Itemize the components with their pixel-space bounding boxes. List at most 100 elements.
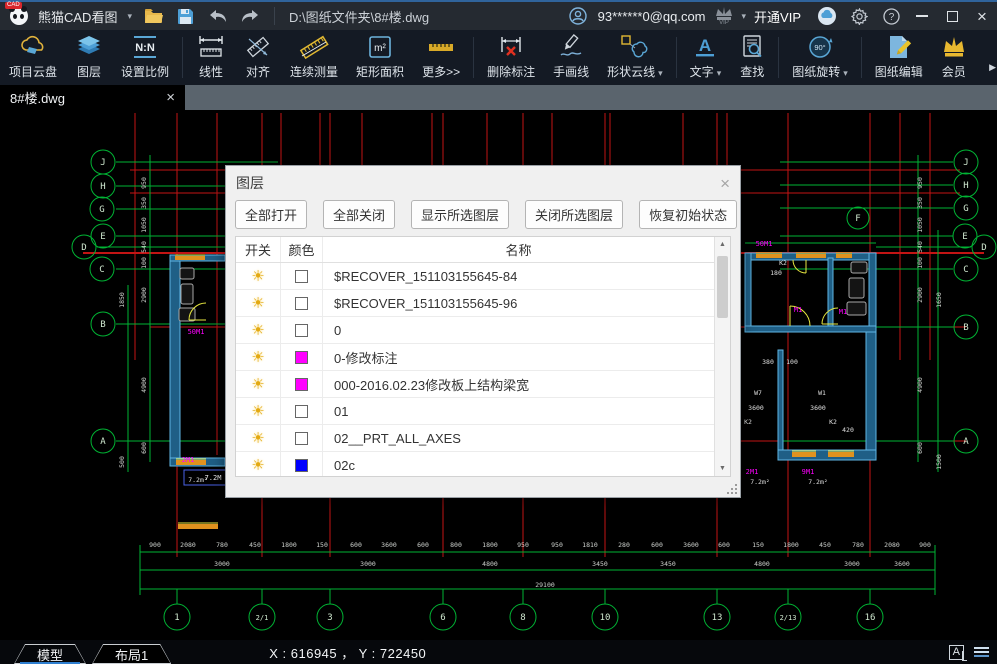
svg-text:100: 100 [916, 257, 924, 269]
minimize-button[interactable] [907, 2, 937, 30]
scrollbar-thumb[interactable] [717, 256, 728, 318]
list-icon[interactable] [974, 647, 989, 657]
layer-visibility-bulb-icon[interactable]: ☀ [251, 458, 264, 473]
account-email[interactable]: 93******0@qq.com [598, 9, 706, 24]
layer-visibility-bulb-icon[interactable]: ☀ [251, 377, 264, 392]
settings-gear-icon[interactable] [846, 5, 872, 27]
toolbar-item-align[interactable]: 对齐 [235, 30, 281, 85]
undo-icon[interactable] [205, 5, 231, 27]
dropdown-chevron-icon[interactable]: ▾ [658, 68, 663, 78]
dropdown-chevron-icon[interactable]: ▾ [717, 68, 722, 78]
upgrade-vip-button[interactable]: 开通VIP [754, 7, 801, 26]
layer-table-scrollbar[interactable]: ▲ ▼ [714, 237, 730, 476]
layer-row[interactable]: ☀0-修改标注 [236, 344, 714, 371]
svg-text:280: 280 [618, 541, 630, 549]
svg-text:4800: 4800 [482, 560, 498, 568]
toolbar-item-revision-cloud[interactable]: 形状云线▾ [598, 30, 672, 85]
svg-text:B: B [100, 320, 105, 330]
toolbar-overflow-icon[interactable]: ▶ [989, 62, 996, 73]
toolbar-item-continuous-measure[interactable]: 连续测量 [281, 30, 347, 85]
layer-visibility-bulb-icon[interactable]: ☀ [251, 350, 264, 365]
layer-row[interactable]: ☀01 [236, 398, 714, 425]
dialog-resize-grip[interactable] [727, 484, 737, 494]
layer-dialog-close-icon[interactable]: × [720, 175, 730, 192]
layer-name: $RECOVER_151103155645-96 [323, 296, 714, 311]
redo-icon[interactable] [237, 5, 263, 27]
vip-crown-icon[interactable]: VIP [712, 5, 736, 28]
toolbar-item-cloud-disk[interactable]: 项目云盘 [0, 30, 66, 85]
layer-color-swatch[interactable] [295, 432, 308, 445]
svg-text:100: 100 [140, 257, 148, 269]
toolbar-item-linear[interactable]: 线性 [187, 30, 235, 85]
layer-row[interactable]: ☀02c [236, 452, 714, 476]
layer-dialog-button-2[interactable]: 显示所选图层 [411, 200, 509, 229]
layer-row[interactable]: ☀02__PRT_ALL_AXES [236, 425, 714, 452]
dropdown-chevron-icon[interactable]: ▾ [843, 68, 848, 78]
toolbar-item-find[interactable]: 查找 [730, 30, 774, 85]
tab-close-icon[interactable]: × [166, 89, 175, 106]
scroll-down-icon[interactable]: ▼ [715, 461, 730, 476]
layer-color-swatch[interactable] [295, 459, 308, 472]
svg-text:3600: 3600 [683, 541, 699, 549]
layer-row[interactable]: ☀000-2016.02.23修改板上结构梁宽 [236, 371, 714, 398]
layer-visibility-bulb-icon[interactable]: ☀ [251, 431, 264, 446]
drawing-tab[interactable]: 8#楼.dwg × [0, 85, 185, 110]
space-tab-model[interactable]: 模型 [14, 644, 86, 664]
space-tab-layout[interactable]: 布局1 [92, 644, 171, 664]
svg-text:6: 6 [440, 613, 445, 623]
layer-dialog-button-3[interactable]: 关闭所选图层 [525, 200, 623, 229]
layer-color-swatch[interactable] [295, 378, 308, 391]
toolbar-item-label: 连续测量 [290, 63, 338, 80]
layer-row[interactable]: ☀0 [236, 317, 714, 344]
toolbar-item-rect-area[interactable]: m²矩形面积 [347, 30, 413, 85]
svg-text:D: D [81, 243, 86, 253]
svg-text:H: H [963, 181, 968, 191]
app-menu-chevron-icon[interactable]: ▾ [127, 11, 132, 22]
toolbar-item-freehand-line[interactable]: 手画线 [544, 30, 598, 85]
layer-color-swatch[interactable] [295, 297, 308, 310]
layer-visibility-bulb-icon[interactable]: ☀ [251, 269, 264, 284]
toolbar-item-more[interactable]: 更多>> [413, 30, 469, 85]
aligned-dim-icon [244, 33, 272, 61]
tabbar: 8#楼.dwg × [0, 85, 997, 110]
toolbar-item-member[interactable]: 会员 [932, 30, 976, 85]
vip-chevron-icon[interactable]: ▾ [742, 11, 747, 22]
toolbar-item-edit-drawing[interactable]: 图纸编辑 [866, 30, 932, 85]
scroll-up-icon[interactable]: ▲ [715, 237, 730, 252]
layer-row[interactable]: ☀ $RECOVER_151103155645-96 [236, 290, 714, 317]
svg-text:K2: K2 [744, 418, 752, 426]
toolbar-item-set-scale[interactable]: N:N设置比例 [112, 30, 178, 85]
layer-color-swatch[interactable] [295, 324, 308, 337]
svg-text:600: 600 [417, 541, 429, 549]
layer-dialog-button-0[interactable]: 全部打开 [235, 200, 307, 229]
layer-row[interactable]: ☀$RECOVER_151103155645-84 [236, 263, 714, 290]
layer-visibility-bulb-icon[interactable]: ☀ [251, 296, 264, 311]
titlebar-separator [274, 7, 275, 25]
layer-dialog-button-4[interactable]: 恢复初始状态 [639, 200, 737, 229]
help-icon[interactable]: ? [878, 5, 904, 27]
layer-visibility-bulb-icon[interactable]: ☀ [251, 404, 264, 419]
account-icon [565, 5, 591, 27]
open-file-button[interactable] [141, 5, 167, 27]
layer-dialog-buttons: 全部打开全部关闭显示所选图层关闭所选图层恢复初始状态 [226, 197, 740, 237]
toolbar-item-label: 图纸旋转▾ [792, 63, 848, 80]
toolbar-item-label: 对齐 [246, 63, 270, 80]
close-button[interactable]: × [967, 2, 997, 30]
svg-text:540: 540 [916, 241, 924, 253]
delete-dim-icon [497, 33, 525, 61]
save-button[interactable] [173, 5, 199, 27]
toolbar-item-label: 线性 [199, 63, 223, 80]
layer-color-swatch[interactable] [295, 405, 308, 418]
layer-dialog-button-1[interactable]: 全部关闭 [323, 200, 395, 229]
avatar-icon[interactable] [814, 5, 840, 27]
extract-text-icon[interactable]: A [949, 645, 964, 660]
svg-text:E: E [100, 232, 105, 242]
layer-visibility-bulb-icon[interactable]: ☀ [251, 323, 264, 338]
toolbar-item-delete-annotation[interactable]: 删除标注 [478, 30, 544, 85]
maximize-button[interactable] [937, 2, 967, 30]
toolbar-item-layers[interactable]: 图层 [66, 30, 112, 85]
layer-color-swatch[interactable] [295, 351, 308, 364]
layer-color-swatch[interactable] [295, 270, 308, 283]
toolbar-item-text[interactable]: A文字▾ [681, 30, 731, 85]
toolbar-item-rotate-drawing[interactable]: 90°图纸旋转▾ [783, 30, 857, 85]
